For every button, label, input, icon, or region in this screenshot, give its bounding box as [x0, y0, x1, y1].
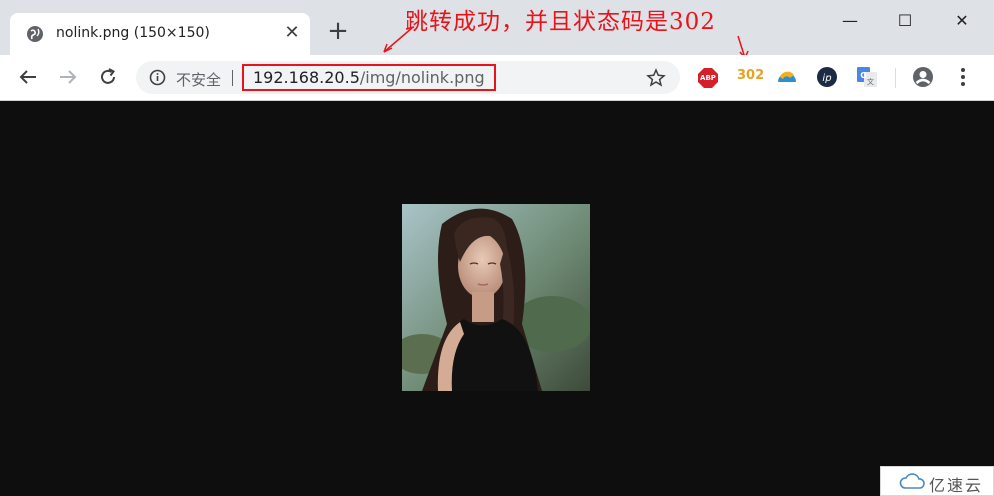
- divider: [232, 70, 233, 86]
- abp-icon[interactable]: ABP: [697, 67, 719, 89]
- new-tab-button[interactable]: +: [326, 18, 350, 44]
- info-icon[interactable]: [149, 69, 166, 86]
- photo-illustration: [402, 204, 590, 391]
- image-preview: [402, 204, 590, 391]
- star-icon[interactable]: [646, 68, 666, 88]
- reload-icon[interactable]: [96, 65, 120, 89]
- browser-toolbar: 不安全 192.168.20.5/img/nolink.png: [0, 55, 994, 101]
- account-icon[interactable]: [912, 66, 934, 88]
- svg-text:文: 文: [867, 77, 874, 86]
- colorful-circle-icon[interactable]: [776, 66, 798, 88]
- maximize-button[interactable]: ☐: [885, 8, 925, 34]
- url-text[interactable]: 192.168.20.5/img/nolink.png: [253, 68, 485, 87]
- ip-icon[interactable]: ip: [816, 66, 838, 88]
- watermark-text: 亿速云: [929, 476, 984, 495]
- annotation-text: 跳转成功，并且状态码是302: [405, 9, 716, 35]
- translate-icon[interactable]: G 文: [856, 66, 878, 88]
- security-label: 不安全: [176, 71, 222, 89]
- close-icon[interactable]: ✕: [282, 23, 302, 43]
- svg-text:ip: ip: [822, 73, 831, 84]
- minimize-button[interactable]: —: [830, 8, 870, 34]
- toolbar-divider: [895, 68, 896, 88]
- back-arrow-icon[interactable]: [16, 65, 40, 89]
- menu-icon[interactable]: [952, 66, 974, 88]
- url-host: 192.168.20.5: [253, 68, 360, 87]
- forward-arrow-icon[interactable]: [56, 65, 80, 89]
- window-close-button[interactable]: ✕: [942, 8, 982, 34]
- watermark-logo: 亿速云: [880, 466, 994, 496]
- svg-text:G: G: [860, 71, 867, 80]
- tab-strip: nolink.png (150×150) ✕ + 跳转成功，并且状态码是302 …: [0, 0, 994, 55]
- plus-icon: +: [327, 16, 349, 46]
- address-bar[interactable]: 不安全 192.168.20.5/img/nolink.png: [136, 61, 680, 94]
- status-302-icon[interactable]: 302: [737, 68, 764, 83]
- url-path: /img/nolink.png: [359, 68, 485, 87]
- tab-title: nolink.png (150×150): [56, 25, 210, 41]
- cloud-icon: [899, 473, 925, 489]
- globe-icon: [27, 26, 43, 42]
- browser-tab[interactable]: nolink.png (150×150) ✕: [10, 13, 310, 55]
- page-viewport: [0, 101, 994, 496]
